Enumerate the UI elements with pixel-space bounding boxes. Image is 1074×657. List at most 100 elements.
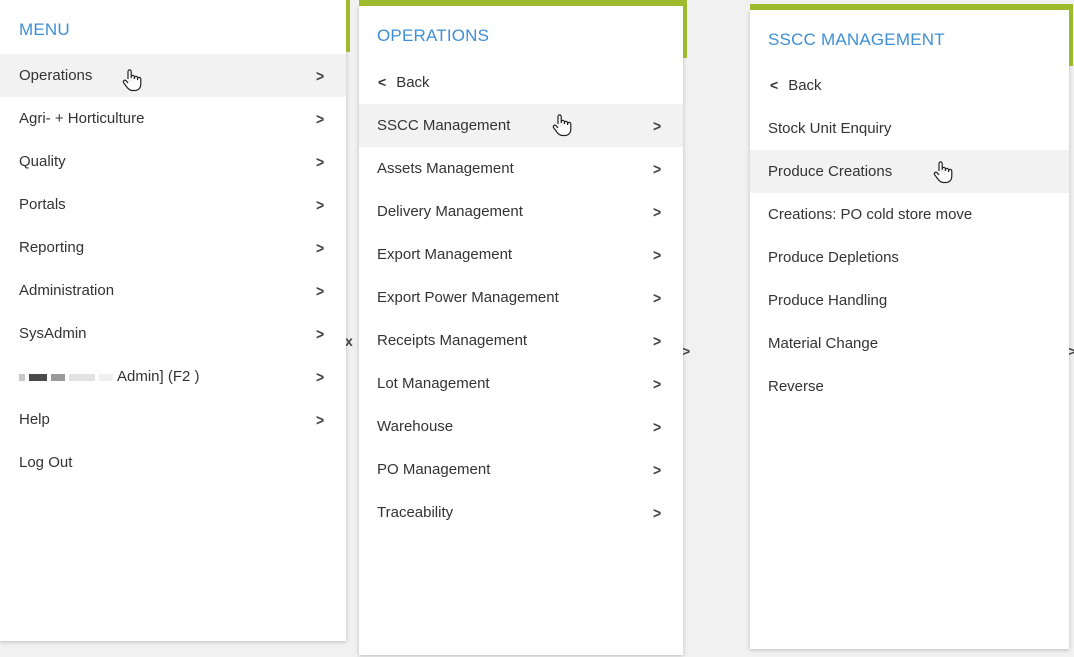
operations-item-export-management[interactable]: Export Management > xyxy=(359,233,683,276)
operations-item-warehouse[interactable]: Warehouse > xyxy=(359,405,683,448)
redacted-block xyxy=(51,373,65,381)
menu-item-label: Agri- + Horticulture xyxy=(19,110,145,127)
sscc-item-produce-creations[interactable]: Produce Creations xyxy=(750,150,1069,193)
sscc-item-label: Produce Depletions xyxy=(768,249,899,266)
menu-item-label: Administration xyxy=(19,282,115,299)
back-button[interactable]: < Back xyxy=(359,61,683,104)
chevron-right-icon: > xyxy=(316,367,325,386)
sscc-item-label: Material Change xyxy=(768,335,879,352)
operations-item-label: Delivery Management xyxy=(377,203,523,220)
chevron-right-icon: > xyxy=(316,66,325,85)
sscc-management-title: SSCC MANAGEMENT xyxy=(768,30,945,49)
chevron-right-icon: > xyxy=(653,460,662,479)
chevron-right-icon: > xyxy=(653,245,662,264)
chevron-right-icon: > xyxy=(653,503,662,522)
menu-title: MENU xyxy=(19,20,70,39)
operations-item-label: Export Management xyxy=(377,246,513,263)
operations-item-export-power-management[interactable]: Export Power Management > xyxy=(359,276,683,319)
hand-pointer-icon xyxy=(552,114,572,137)
menu-list: Operations > Agri- + Horticulture > Qual… xyxy=(0,54,346,484)
sscc-item-label: Produce Creations xyxy=(768,163,893,180)
chevron-right-icon: > xyxy=(653,202,662,221)
menu-item-label: Portals xyxy=(19,196,66,213)
redacted-block xyxy=(29,373,47,381)
menu-item-label: SysAdmin xyxy=(19,325,87,342)
back-button[interactable]: < Back xyxy=(750,64,1069,107)
sscc-item-reverse[interactable]: Reverse xyxy=(750,365,1069,408)
chevron-right-icon: > xyxy=(316,152,325,171)
operations-item-label: Traceability xyxy=(377,504,454,521)
menu-item-label-wrap: Admin] (F2 ) xyxy=(19,368,200,385)
operations-panel: OPERATIONS < Back SSCC Management > Asset… xyxy=(359,0,687,655)
chevron-right-icon: > xyxy=(316,109,325,128)
background-peek-chevron: > xyxy=(682,343,691,359)
menu-item-operations[interactable]: Operations > xyxy=(0,54,346,97)
back-label: Back xyxy=(396,74,430,91)
sscc-item-produce-handling[interactable]: Produce Handling xyxy=(750,279,1069,322)
sscc-item-creations-po-cold-store-move[interactable]: Creations: PO cold store move xyxy=(750,193,1069,236)
menu-item-sysadmin[interactable]: SysAdmin > xyxy=(0,312,346,355)
chevron-right-icon: > xyxy=(653,288,662,307)
menu-item-agri-horticulture[interactable]: Agri- + Horticulture > xyxy=(0,97,346,140)
menu-panel: MENU Operations > Agri- + Horticulture >… xyxy=(0,0,350,641)
operations-item-receipts-management[interactable]: Receipts Management > xyxy=(359,319,683,362)
accent-bar xyxy=(346,0,350,52)
accent-bar-top xyxy=(359,0,683,6)
operations-item-delivery-management[interactable]: Delivery Management > xyxy=(359,190,683,233)
menu-item-admin-role[interactable]: Admin] (F2 ) > xyxy=(0,355,346,398)
menu-item-label: Operations xyxy=(19,67,93,84)
background-peek-x: x xyxy=(345,333,353,349)
sscc-item-label: Reverse xyxy=(768,378,824,395)
hand-pointer-icon xyxy=(933,161,953,184)
menu-item-quality[interactable]: Quality > xyxy=(0,140,346,183)
redacted-block xyxy=(99,373,113,381)
operations-item-label: PO Management xyxy=(377,461,491,478)
menu-item-reporting[interactable]: Reporting > xyxy=(0,226,346,269)
menu-item-label: Quality xyxy=(19,153,66,170)
menu-item-portals[interactable]: Portals > xyxy=(0,183,346,226)
operations-title: OPERATIONS xyxy=(377,26,490,45)
accent-bar xyxy=(1069,4,1073,66)
back-label: Back xyxy=(788,77,822,94)
hand-pointer-icon xyxy=(122,69,142,92)
operations-item-label: SSCC Management xyxy=(377,117,511,134)
operations-item-label: Lot Management xyxy=(377,375,490,392)
chevron-left-icon: < xyxy=(770,77,779,93)
operations-item-traceability[interactable]: Traceability > xyxy=(359,491,683,534)
sscc-item-label: Produce Handling xyxy=(768,292,888,309)
sscc-item-label: Stock Unit Enquiry xyxy=(768,120,892,137)
sscc-management-panel: SSCC MANAGEMENT < Back Stock Unit Enquiry… xyxy=(750,4,1073,649)
chevron-right-icon: > xyxy=(653,116,662,135)
sscc-management-list: < Back Stock Unit Enquiry Produce Creatio… xyxy=(750,64,1069,408)
operations-item-lot-management[interactable]: Lot Management > xyxy=(359,362,683,405)
chevron-right-icon: > xyxy=(316,410,325,429)
sscc-item-material-change[interactable]: Material Change xyxy=(750,322,1069,365)
chevron-right-icon: > xyxy=(653,331,662,350)
accent-bar xyxy=(683,0,687,58)
operations-item-po-management[interactable]: PO Management > xyxy=(359,448,683,491)
menu-item-label: Help xyxy=(19,411,50,428)
chevron-right-icon: > xyxy=(316,324,325,343)
back-wrap: < Back xyxy=(378,74,430,91)
chevron-right-icon: > xyxy=(316,281,325,300)
sscc-item-stock-unit-enquiry[interactable]: Stock Unit Enquiry xyxy=(750,107,1069,150)
chevron-right-icon: > xyxy=(316,195,325,214)
operations-item-assets-management[interactable]: Assets Management > xyxy=(359,147,683,190)
menu-item-label: Log Out xyxy=(19,454,73,471)
menu-item-administration[interactable]: Administration > xyxy=(0,269,346,312)
chevron-right-icon: > xyxy=(653,159,662,178)
chevron-right-icon: > xyxy=(653,417,662,436)
sscc-item-label: Creations: PO cold store move xyxy=(768,206,973,223)
sscc-item-produce-depletions[interactable]: Produce Depletions xyxy=(750,236,1069,279)
chevron-right-icon: > xyxy=(653,374,662,393)
menu-item-log-out[interactable]: Log Out xyxy=(0,441,346,484)
menu-item-help[interactable]: Help > xyxy=(0,398,346,441)
operations-item-label: Export Power Management xyxy=(377,289,559,306)
menu-item-label: Admin] (F2 ) xyxy=(117,368,200,385)
operations-item-label: Warehouse xyxy=(377,418,454,435)
operations-list: < Back SSCC Management > Assets Managemen… xyxy=(359,61,683,534)
chevron-left-icon: < xyxy=(378,74,387,90)
operations-item-sscc-management[interactable]: SSCC Management > xyxy=(359,104,683,147)
accent-bar-top xyxy=(750,4,1069,10)
redacted-block xyxy=(69,373,95,381)
